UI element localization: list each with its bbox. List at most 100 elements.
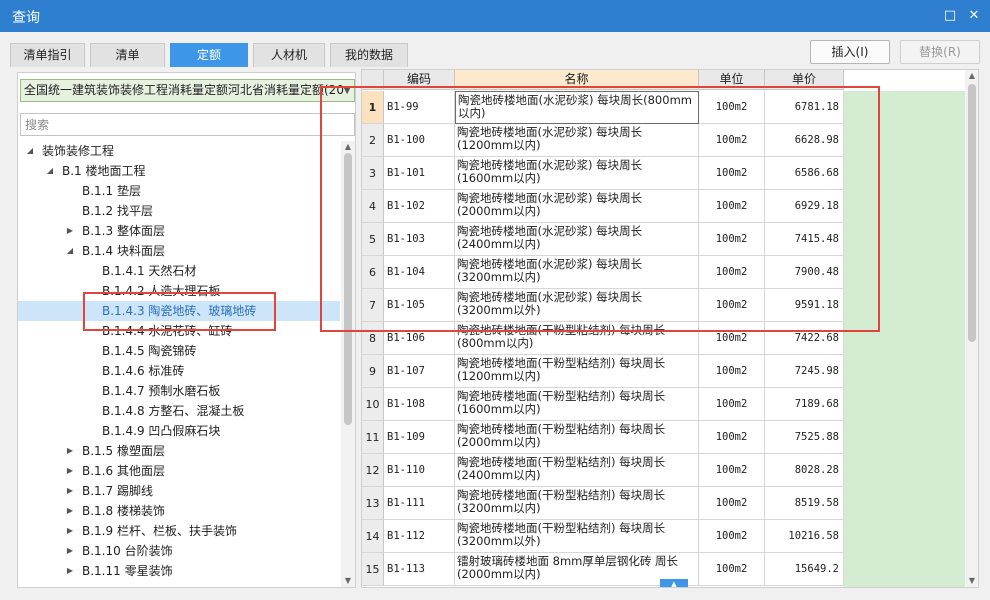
cell-unit[interactable]: 100m2: [699, 223, 765, 256]
row-number[interactable]: 2: [362, 124, 384, 157]
cell-name[interactable]: 陶瓷地砖楼地面(水泥砂浆) 每块周长(3200mm以内): [455, 256, 699, 289]
cell-price[interactable]: 9591.18: [765, 289, 844, 322]
tree-node[interactable]: ▶ B.1.6 其他面层: [18, 461, 340, 481]
cell-code[interactable]: B1-104: [384, 256, 455, 289]
cell-code[interactable]: B1-103: [384, 223, 455, 256]
collapse-arrow-icon[interactable]: ◢: [24, 141, 36, 161]
grid-scrollbar[interactable]: ▲ ▼: [965, 70, 978, 587]
row-number[interactable]: 15: [362, 553, 384, 586]
maximize-icon[interactable]: □: [942, 8, 958, 24]
scroll-up-icon[interactable]: ▲: [341, 141, 355, 153]
tree-node[interactable]: B.1.2 找平层: [18, 201, 340, 221]
tree-node[interactable]: ◢ B.1.4 块料面层: [18, 241, 340, 261]
scroll-up-icon[interactable]: ▲: [965, 70, 978, 82]
scroll-down-icon[interactable]: ▼: [341, 575, 355, 587]
cell-price[interactable]: 6628.98: [765, 124, 844, 157]
expand-arrow-icon[interactable]: ▶: [64, 441, 76, 461]
cell-name[interactable]: 陶瓷地砖楼地面(干粉型粘结剂) 每块周长(800mm以内): [455, 322, 699, 355]
cell-price[interactable]: 8519.58: [765, 487, 844, 520]
cell-price[interactable]: 10216.58: [765, 520, 844, 553]
cell-price[interactable]: 15649.2: [765, 553, 844, 586]
cell-unit[interactable]: 100m2: [699, 256, 765, 289]
cell-name[interactable]: 陶瓷地砖楼地面(干粉型粘结剂) 每块周长(1600mm以内): [455, 388, 699, 421]
tree-node[interactable]: ◢ B.1 楼地面工程: [18, 161, 340, 181]
tree-node[interactable]: B.1.1 垫层: [18, 181, 340, 201]
tree-node[interactable]: B.1.4.6 标准砖: [18, 361, 340, 381]
cell-name[interactable]: 陶瓷地砖楼地面(水泥砂浆) 每块周长(3200mm以外): [455, 289, 699, 322]
row-number[interactable]: 7: [362, 289, 384, 322]
tree-node[interactable]: ◢ 装饰装修工程: [18, 141, 340, 161]
cell-code[interactable]: B1-108: [384, 388, 455, 421]
cell-price[interactable]: 7900.48: [765, 256, 844, 289]
scroll-down-icon[interactable]: ▼: [965, 575, 978, 587]
cell-price[interactable]: 6781.18: [765, 91, 844, 124]
cell-unit[interactable]: 100m2: [699, 421, 765, 454]
row-number[interactable]: 6: [362, 256, 384, 289]
tab-bill-guide[interactable]: 清单指引: [10, 43, 85, 67]
scroll-thumb[interactable]: [344, 153, 352, 425]
insert-button[interactable]: 插入(I): [810, 40, 890, 64]
cell-unit[interactable]: 100m2: [699, 124, 765, 157]
cell-unit[interactable]: 100m2: [699, 454, 765, 487]
cell-code[interactable]: B1-110: [384, 454, 455, 487]
cell-unit[interactable]: 100m2: [699, 289, 765, 322]
cell-code[interactable]: B1-113: [384, 553, 455, 586]
tab-quota[interactable]: 定额: [170, 43, 248, 67]
tree-node[interactable]: B.1.4.8 方整石、混凝土板: [18, 401, 340, 421]
quota-library-select[interactable]: 全国统一建筑装饰装修工程消耗量定额河北省消耗量定额(20 ▼: [20, 79, 355, 102]
cell-price[interactable]: 7525.88: [765, 421, 844, 454]
row-number[interactable]: 10: [362, 388, 384, 421]
tab-bill[interactable]: 清单: [90, 43, 165, 67]
cell-code[interactable]: B1-112: [384, 520, 455, 553]
cell-price[interactable]: 6929.18: [765, 190, 844, 223]
cell-price[interactable]: 7415.48: [765, 223, 844, 256]
row-number[interactable]: 3: [362, 157, 384, 190]
cell-code[interactable]: B1-106: [384, 322, 455, 355]
tree-node[interactable]: ▶ B.1.7 踢脚线: [18, 481, 340, 501]
cell-unit[interactable]: 100m2: [699, 388, 765, 421]
cell-unit[interactable]: 100m2: [699, 157, 765, 190]
row-number[interactable]: 9: [362, 355, 384, 388]
row-number[interactable]: 1: [362, 91, 384, 124]
close-icon[interactable]: ✕: [966, 8, 982, 24]
cell-price[interactable]: 7245.98: [765, 355, 844, 388]
chevron-down-icon[interactable]: ▼: [343, 80, 351, 101]
cell-price[interactable]: 6586.68: [765, 157, 844, 190]
cell-code[interactable]: B1-111: [384, 487, 455, 520]
expand-arrow-icon[interactable]: ▶: [64, 221, 76, 241]
chevron-up-icon[interactable]: ▲: [660, 579, 688, 587]
collapse-arrow-icon[interactable]: ◢: [64, 241, 76, 261]
cell-price[interactable]: 8028.28: [765, 454, 844, 487]
expand-arrow-icon[interactable]: ▶: [64, 501, 76, 521]
tab-my-data[interactable]: 我的数据: [330, 43, 408, 67]
cell-code[interactable]: B1-107: [384, 355, 455, 388]
collapse-arrow-icon[interactable]: ◢: [44, 161, 56, 181]
cell-name[interactable]: 陶瓷地砖楼地面(干粉型粘结剂) 每块周长(2400mm以内): [455, 454, 699, 487]
row-number[interactable]: 4: [362, 190, 384, 223]
tree-node[interactable]: B.1.4.9 凹凸假麻石块: [18, 421, 340, 441]
cell-price[interactable]: 7189.68: [765, 388, 844, 421]
cell-code[interactable]: B1-100: [384, 124, 455, 157]
cell-code[interactable]: B1-99: [384, 91, 455, 124]
tree-node[interactable]: ▶ B.1.11 零星装饰: [18, 561, 340, 581]
cell-unit[interactable]: 100m2: [699, 520, 765, 553]
tree-node[interactable]: B.1.4.7 预制水磨石板: [18, 381, 340, 401]
tree-node[interactable]: B.1.4.3 陶瓷地砖、玻璃地砖: [18, 301, 340, 321]
header-price[interactable]: 单价: [765, 70, 844, 90]
cell-unit[interactable]: 100m2: [699, 355, 765, 388]
cell-unit[interactable]: 100m2: [699, 322, 765, 355]
header-name[interactable]: 名称: [455, 70, 699, 90]
search-input[interactable]: [20, 113, 355, 136]
cell-unit[interactable]: 100m2: [699, 553, 765, 586]
replace-button[interactable]: 替换(R): [900, 40, 980, 64]
row-number[interactable]: 14: [362, 520, 384, 553]
cell-unit[interactable]: 100m2: [699, 487, 765, 520]
cell-name[interactable]: 陶瓷地砖楼地面(水泥砂浆) 每块周长(2000mm以内): [455, 190, 699, 223]
tree-node[interactable]: ▶ B.1.9 栏杆、栏板、扶手装饰: [18, 521, 340, 541]
tree-node[interactable]: B.1.4.2 人造大理石板: [18, 281, 340, 301]
expand-arrow-icon[interactable]: ▶: [64, 561, 76, 581]
expand-arrow-icon[interactable]: ▶: [64, 521, 76, 541]
cell-name[interactable]: 陶瓷地砖楼地面(干粉型粘结剂) 每块周长(2000mm以内): [455, 421, 699, 454]
tree-node[interactable]: ▶ B.1.8 楼梯装饰: [18, 501, 340, 521]
tab-labor-material-machine[interactable]: 人材机: [253, 43, 325, 67]
